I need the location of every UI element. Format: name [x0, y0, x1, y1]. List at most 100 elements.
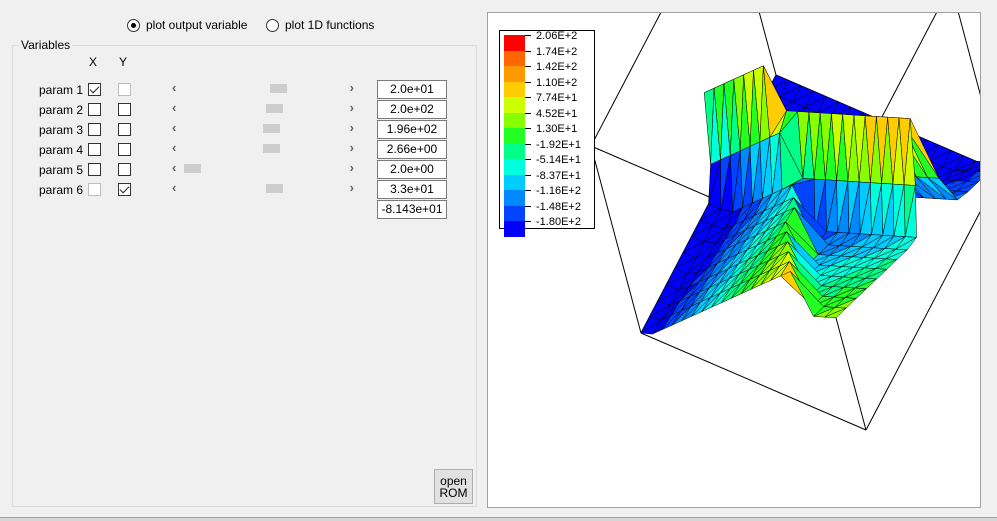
- param-slider[interactable]: ‹ ›: [170, 140, 358, 157]
- slider-left-arrow-icon[interactable]: ‹: [172, 140, 176, 156]
- param-x-checkbox[interactable]: [88, 123, 101, 136]
- legend-tick: [525, 112, 531, 114]
- legend-label: 1.42E+2: [536, 61, 578, 73]
- radio-plot-1d-functions[interactable]: plot 1D functions: [266, 17, 374, 33]
- slider-track[interactable]: [184, 104, 344, 113]
- param-value-box[interactable]: 1.96e+02: [377, 120, 447, 139]
- param-slider[interactable]: ‹ ›: [170, 100, 358, 117]
- radio-indicator: [127, 18, 140, 32]
- legend-swatch: [504, 112, 525, 129]
- slider-thumb[interactable]: [184, 164, 201, 173]
- window-bottom-edge: [0, 517, 997, 521]
- legend-swatch: [504, 35, 525, 51]
- open-rom-label-line2: ROM: [439, 486, 468, 500]
- param-label: param 5: [39, 163, 84, 177]
- slider-thumb[interactable]: [269, 84, 287, 93]
- legend-swatch: [504, 143, 525, 160]
- legend-tick: [525, 35, 531, 36]
- legend-tick: [525, 128, 531, 129]
- param-value-box[interactable]: 2.0e+02: [377, 100, 447, 119]
- plot-panel[interactable]: 2.06E+2 1.74E+2 1.42E+2 1.10E+2 7.74E+1 4.52E…: [487, 12, 981, 508]
- legend-swatch: [504, 174, 525, 191]
- legend-swatch: [504, 128, 525, 144]
- bounding-box-edge: [957, 13, 980, 96]
- slider-left-arrow-icon[interactable]: ‹: [172, 120, 176, 136]
- param-slider[interactable]: ‹ ›: [170, 80, 358, 97]
- legend-label: -5.14E+1: [536, 154, 581, 166]
- color-legend: 2.06E+2 1.74E+2 1.42E+2 1.10E+2 7.74E+1 4.52E…: [499, 30, 595, 237]
- param-slider[interactable]: ‹ ›: [170, 160, 358, 177]
- legend-tick: [525, 221, 531, 222]
- param-label: param 6: [39, 183, 84, 197]
- slider-left-arrow-icon[interactable]: ‹: [172, 180, 176, 196]
- legend-tick: [525, 81, 531, 83]
- legend-label: 7.74E+1: [536, 92, 578, 104]
- slider-thumb[interactable]: [262, 124, 280, 133]
- param-x-checkbox[interactable]: [88, 163, 101, 176]
- legend-tick: [525, 97, 531, 98]
- param-y-checkbox[interactable]: [118, 143, 131, 156]
- slider-left-arrow-icon[interactable]: ‹: [172, 100, 176, 116]
- legend-swatch: [504, 190, 525, 206]
- param-slider[interactable]: ‹ ›: [170, 120, 358, 137]
- slider-right-arrow-icon[interactable]: ›: [350, 140, 354, 156]
- legend-swatch: [504, 50, 525, 67]
- param-value-box[interactable]: 3.3e+01: [377, 180, 447, 199]
- legend-swatch: [504, 205, 525, 222]
- slider-thumb[interactable]: [265, 184, 283, 193]
- legend-swatch: [504, 221, 525, 237]
- param-y-checkbox[interactable]: [118, 83, 131, 96]
- bounding-box-edge: [590, 145, 642, 334]
- slider-left-arrow-icon[interactable]: ‹: [172, 80, 176, 96]
- param-value-box[interactable]: 2.0e+00: [377, 160, 447, 179]
- param-y-checkbox[interactable]: [118, 163, 131, 176]
- slider-right-arrow-icon[interactable]: ›: [350, 120, 354, 136]
- slider-right-arrow-icon[interactable]: ›: [350, 80, 354, 96]
- radio-plot-output-variable[interactable]: plot output variable: [127, 17, 247, 33]
- open-rom-button[interactable]: open ROM: [434, 469, 473, 504]
- variables-group-title: Variables: [19, 38, 73, 52]
- param-slider[interactable]: ‹ ›: [170, 180, 358, 197]
- param-y-checkbox[interactable]: [118, 103, 131, 116]
- bounding-box-edge: [640, 332, 867, 431]
- param-x-checkbox[interactable]: [88, 83, 101, 96]
- radio-label: plot output variable: [146, 18, 248, 32]
- param-y-checkbox[interactable]: [118, 123, 131, 136]
- param-y-checkbox[interactable]: [118, 183, 131, 196]
- bounding-box-edge: [758, 13, 777, 76]
- param-value-box[interactable]: 2.0e+01: [377, 80, 447, 99]
- legend-label: -1.92E+1: [536, 138, 581, 151]
- slider-right-arrow-icon[interactable]: ›: [350, 180, 354, 196]
- slider-track[interactable]: [184, 124, 344, 133]
- legend-tick: [525, 159, 531, 160]
- column-header-x: X: [88, 55, 97, 69]
- legend-tick: [525, 143, 531, 145]
- param-x-checkbox[interactable]: [88, 103, 101, 116]
- param-x-checkbox[interactable]: [88, 143, 101, 156]
- slider-track[interactable]: [184, 144, 344, 153]
- legend-tick: [525, 174, 531, 176]
- legend-tick: [525, 50, 531, 52]
- radio-label: plot 1D functions: [285, 18, 375, 32]
- slider-track[interactable]: [184, 184, 344, 193]
- legend-label: -1.48E+2: [536, 200, 581, 213]
- legend-swatch: [504, 81, 525, 98]
- slider-thumb[interactable]: [265, 104, 283, 113]
- legend-label: 1.30E+1: [536, 123, 578, 135]
- param-x-checkbox[interactable]: [88, 183, 101, 196]
- legend-label: 2.06E+2: [536, 30, 578, 42]
- slider-right-arrow-icon[interactable]: ›: [350, 100, 354, 116]
- legend-label: 1.10E+2: [536, 76, 578, 89]
- param-value-box[interactable]: 2.66e+00: [377, 140, 447, 159]
- slider-thumb[interactable]: [262, 144, 280, 153]
- param-label: param 4: [39, 143, 84, 157]
- slider-track[interactable]: [184, 164, 344, 173]
- slider-right-arrow-icon[interactable]: ›: [350, 160, 354, 176]
- legend-label: -1.80E+2: [536, 216, 581, 228]
- legend-swatch: [504, 66, 525, 82]
- legend-label: -8.37E+1: [536, 169, 581, 182]
- slider-left-arrow-icon[interactable]: ‹: [172, 160, 176, 176]
- param-label: param 3: [39, 123, 84, 137]
- slider-track[interactable]: [184, 84, 344, 93]
- param-label: param 2: [39, 103, 84, 117]
